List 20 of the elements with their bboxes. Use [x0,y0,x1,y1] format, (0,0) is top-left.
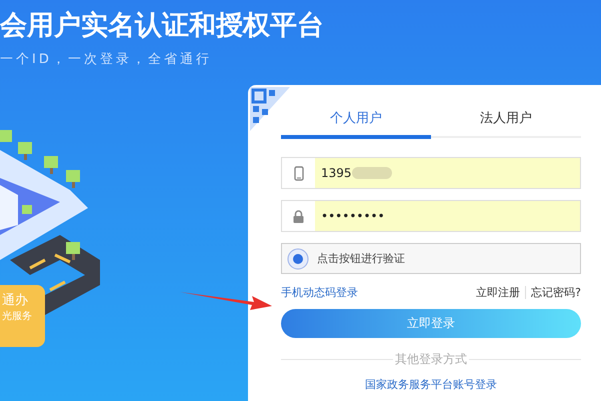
page-subtitle: 一个ID，一次登录，全省通行 [0,51,213,68]
password-field[interactable]: ••••••••• [281,200,581,232]
register-link[interactable]: 立即注册 [476,285,520,300]
sign-text: 通办 [2,293,29,309]
field-value: ••••••••• [321,209,385,223]
verify-button[interactable]: 点击按钮进行验证 [281,243,581,274]
phone-field[interactable]: 1395 [281,157,581,189]
page-title: 会用户实名认证和授权平台 [0,9,325,43]
verify-circle-icon [287,248,309,270]
other-methods-label: 其他登录方式 [394,351,468,368]
qr-code-icon[interactable] [250,87,290,131]
sign-subtext: 光服务 [2,310,33,323]
lock-icon [293,210,304,222]
field-value: 1395 [321,166,352,180]
phone-icon [294,166,304,180]
forgot-password-link[interactable]: 忘记密码? [531,285,581,300]
national-login-link[interactable]: 国家政务服务平台账号登录 [365,377,497,392]
tab[interactable]: 法人用户 [431,105,581,139]
tab[interactable]: 个人用户 [281,105,431,139]
sms-login-link[interactable]: 手机动态码登录 [281,285,358,300]
